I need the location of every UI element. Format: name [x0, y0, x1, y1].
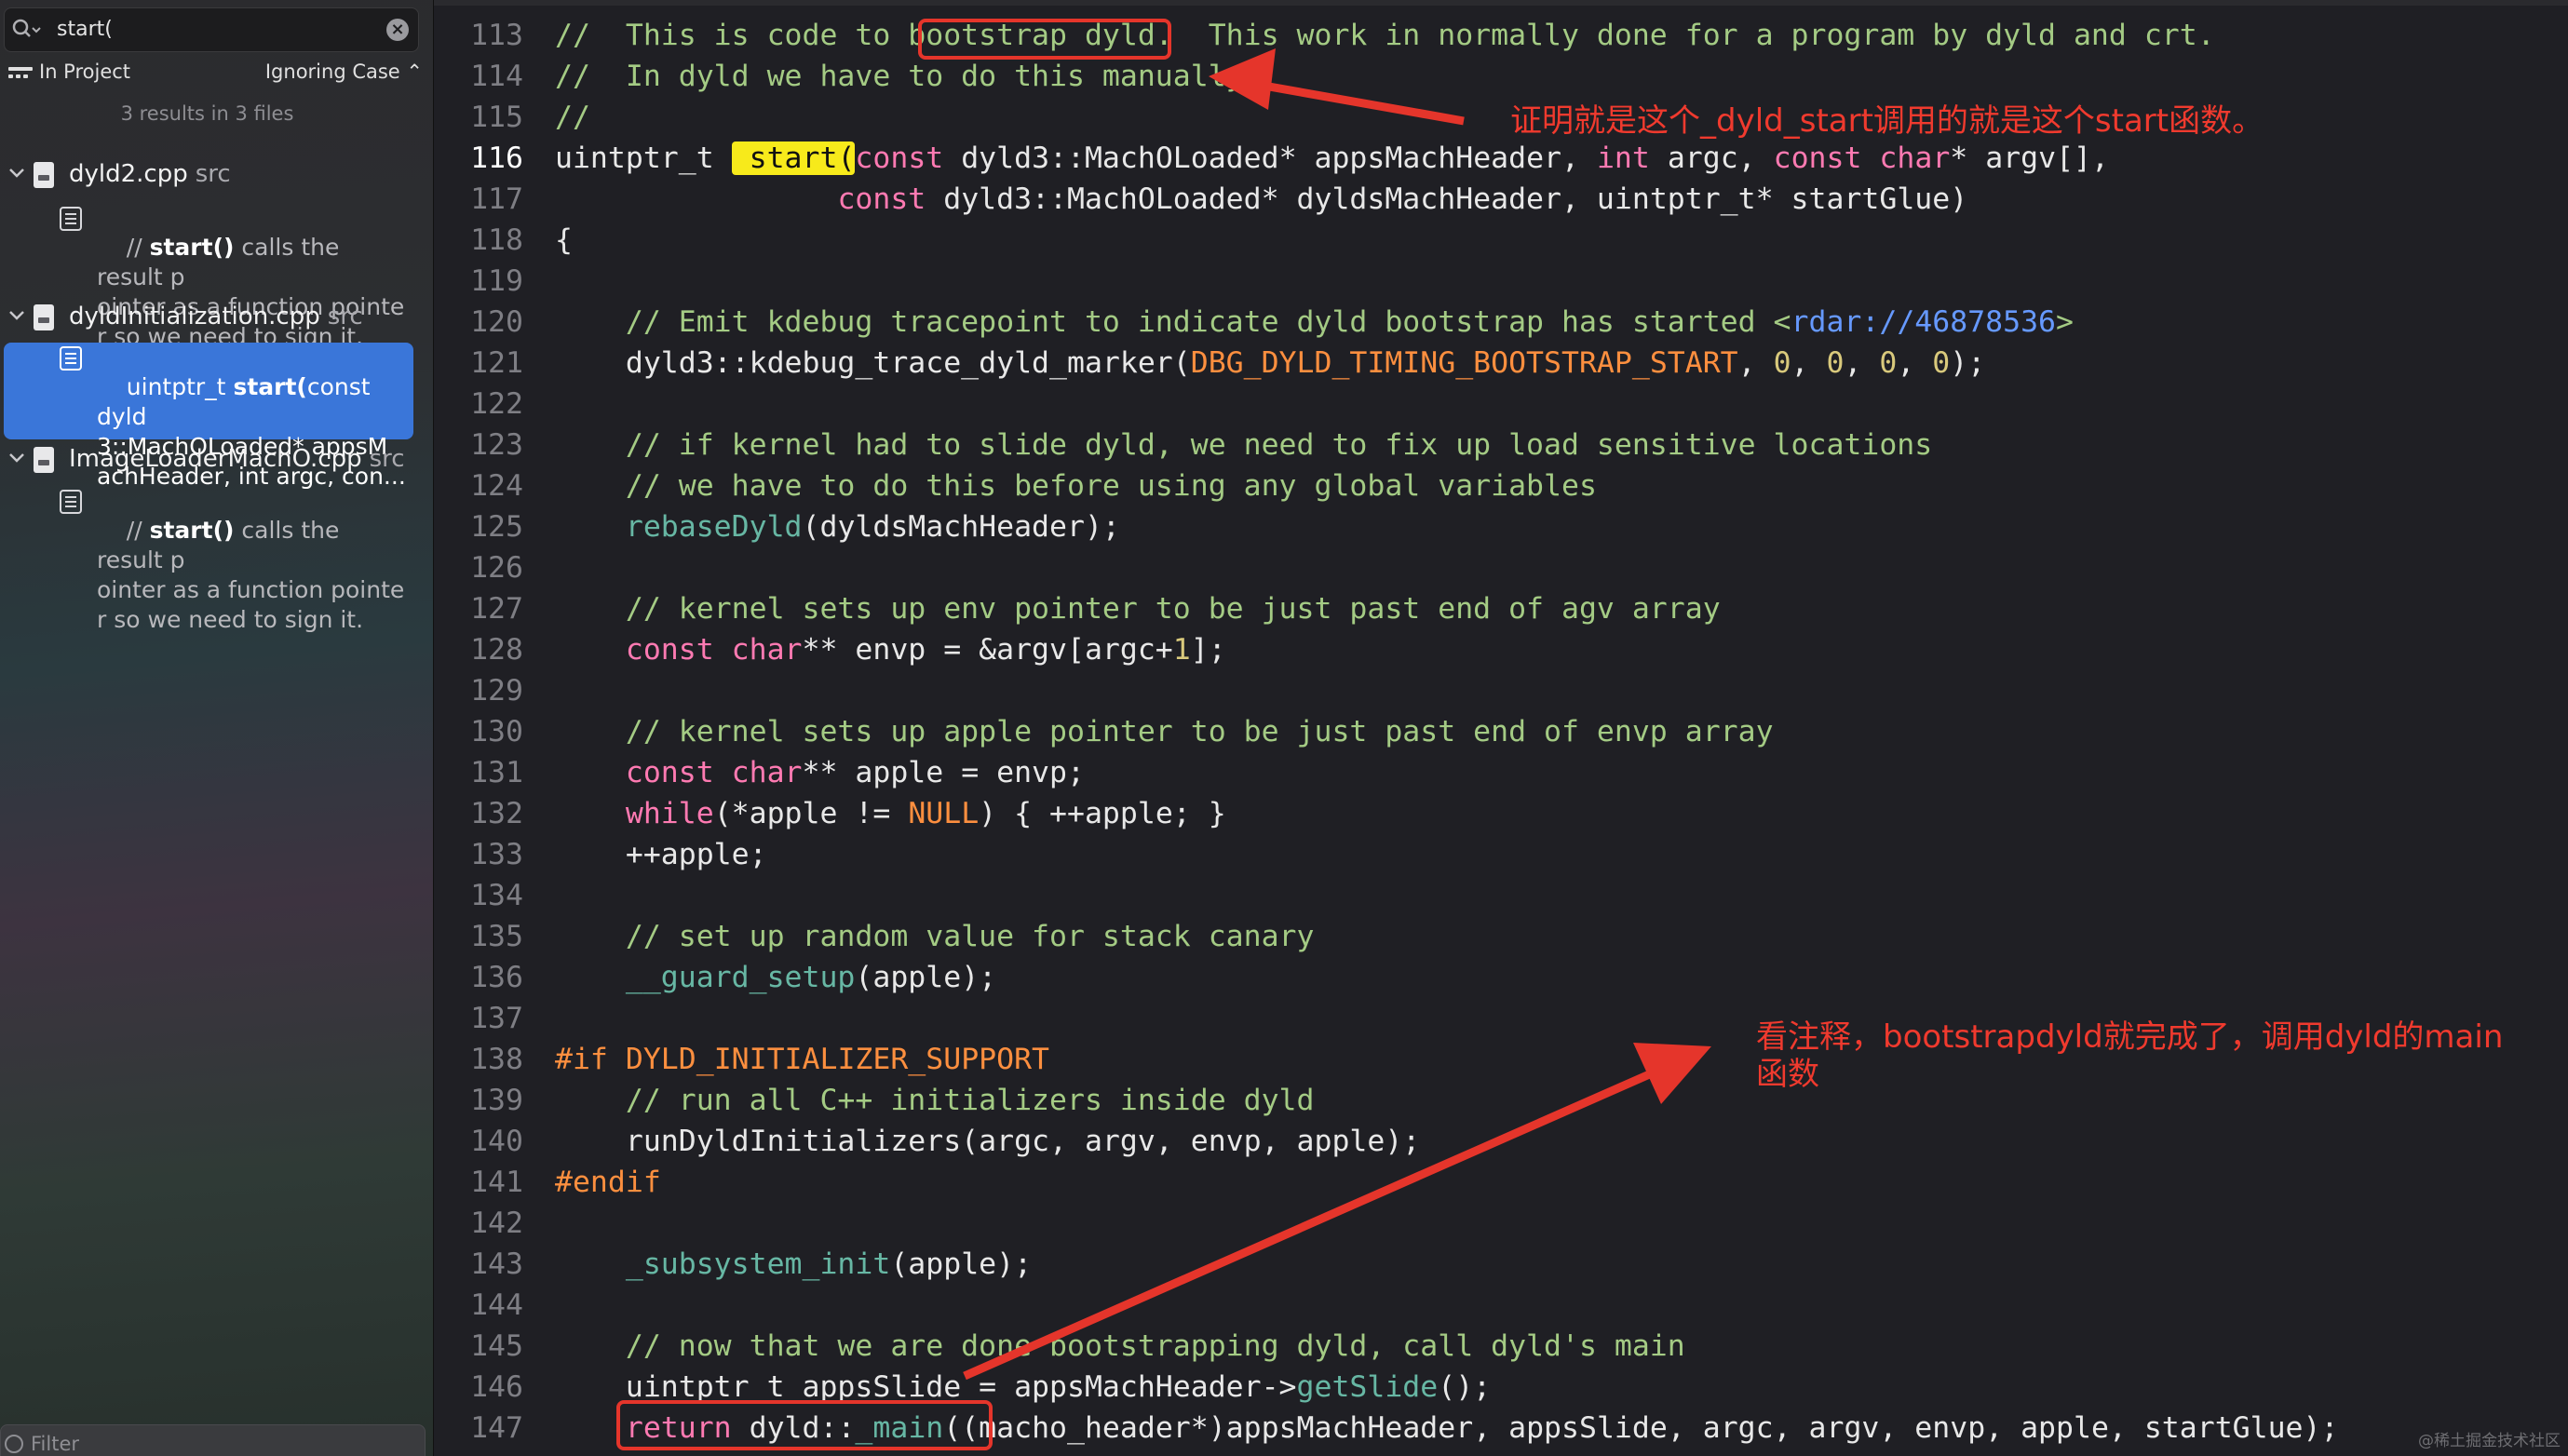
- search-result-item-selected[interactable]: uintptr_t start(const dyld 3::MachOLoade…: [4, 343, 413, 490]
- annotation-text-bottom: 看注释，bootstrapdyld就完成了，调用dyld的main: [1756, 1018, 2504, 1056]
- code-line[interactable]: 139 // run all C++ initializers inside d…: [434, 1084, 2568, 1125]
- filter-placeholder: Filter: [31, 1433, 80, 1455]
- search-match-highlight: start(: [731, 142, 856, 175]
- text-match-icon: [60, 207, 82, 231]
- code-line[interactable]: 142: [434, 1207, 2568, 1247]
- file-dir: src: [195, 160, 231, 188]
- code-line[interactable]: 121 dyld3::kdebug_trace_dyld_marker(DBG_…: [434, 346, 2568, 387]
- watermark: @稀土掘金技术社区: [2418, 1432, 2561, 1450]
- chevron-down-icon[interactable]: [7, 449, 26, 467]
- cpp-file-icon: [34, 162, 54, 188]
- cpp-file-icon: [34, 447, 54, 473]
- file-name: dyld2.cpp: [69, 160, 188, 188]
- annotation-text-bottom-2: 函数: [1756, 1056, 1819, 1093]
- code-line[interactable]: 128 const char** envp = &argv[argc+1];: [434, 633, 2568, 674]
- code-line[interactable]: 118{: [434, 223, 2568, 264]
- filter-icon: [5, 1435, 23, 1453]
- text-match-icon: [60, 346, 82, 371]
- code-line[interactable]: 127 // kernel sets up env pointer to be …: [434, 592, 2568, 633]
- chevron-down-icon[interactable]: [7, 306, 26, 325]
- code-line[interactable]: 126: [434, 551, 2568, 592]
- search-query: start(: [57, 18, 113, 41]
- source-editor[interactable]: 113// This is code to bootstrap dyld. Th…: [434, 0, 2568, 1456]
- code-line[interactable]: 131 const char** apple = envp;: [434, 756, 2568, 797]
- search-result-item[interactable]: // start() calls the result p ointer as …: [52, 486, 410, 665]
- code-line[interactable]: 124 // we have to do this before using a…: [434, 469, 2568, 510]
- code-line[interactable]: 134: [434, 879, 2568, 920]
- results-count: 3 results in 3 files: [120, 102, 294, 125]
- code-line[interactable]: 140 runDyldInitializers(argc, argv, envp…: [434, 1125, 2568, 1166]
- code-line[interactable]: 123 // if kernel had to slide dyld, we n…: [434, 428, 2568, 469]
- code-line[interactable]: 141 #endif: [434, 1166, 2568, 1207]
- search-scope-bar: In Project Ignoring Case ⌃: [7, 58, 425, 91]
- code-line[interactable]: 120 // Emit kdebug tracepoint to indicat…: [434, 305, 2568, 346]
- code-line[interactable]: 119: [434, 264, 2568, 305]
- clear-search-icon[interactable]: ×: [386, 19, 409, 41]
- file-name: dyldInitialization.cpp: [69, 303, 320, 330]
- scope-icon: [8, 67, 33, 78]
- code-line[interactable]: 135 // set up random value for stack can…: [434, 920, 2568, 961]
- file-name: ImageLoaderMachO.cpp: [69, 445, 362, 473]
- annotation-box-bootstrap-dyld: [918, 19, 1171, 60]
- search-field[interactable]: start( ×: [4, 7, 419, 52]
- search-icon: [12, 19, 41, 37]
- code-line[interactable]: 136 __guard_setup(apple);: [434, 961, 2568, 1002]
- file-dir: src: [369, 445, 405, 473]
- code-line[interactable]: 117 const dyld3::MachOLoaded* dyldsMachH…: [434, 182, 2568, 223]
- code-line[interactable]: 122: [434, 387, 2568, 428]
- scope-selector[interactable]: In Project: [39, 61, 130, 83]
- code-line[interactable]: 129: [434, 674, 2568, 715]
- code-line[interactable]: 145 // now that we are done bootstrappin…: [434, 1329, 2568, 1370]
- filter-field[interactable]: Filter: [0, 1424, 426, 1456]
- code-line[interactable]: 113// This is code to bootstrap dyld. Th…: [434, 19, 2568, 60]
- code-line[interactable]: 144: [434, 1288, 2568, 1329]
- annotation-box-return-main: [616, 1400, 993, 1450]
- code-line[interactable]: 143 _subsystem_init(apple);: [434, 1247, 2568, 1288]
- tab-bar-edge: [434, 0, 2568, 6]
- code-line[interactable]: 125 rebaseDyld(dyldsMachHeader);: [434, 510, 2568, 551]
- annotation-text-top: 证明就是这个_dyld_start调用的就是这个start函数。: [1510, 102, 2264, 140]
- file-dir: src: [327, 303, 363, 330]
- text-match-icon: [60, 490, 82, 514]
- code-line[interactable]: 130 // kernel sets up apple pointer to b…: [434, 715, 2568, 756]
- find-navigator: start( × In Project Ignoring Case ⌃ 3 re…: [0, 0, 434, 1456]
- cpp-file-icon: [34, 304, 54, 330]
- code-line[interactable]: 132 while(*apple != NULL) { ++apple; }: [434, 797, 2568, 838]
- case-sensitivity-selector[interactable]: Ignoring Case ⌃: [265, 61, 423, 83]
- code-line[interactable]: 116 uintptr_t start(const dyld3::MachOLoa…: [434, 142, 2568, 182]
- chevron-down-icon[interactable]: [7, 164, 26, 182]
- code-line[interactable]: 133 ++apple;: [434, 838, 2568, 879]
